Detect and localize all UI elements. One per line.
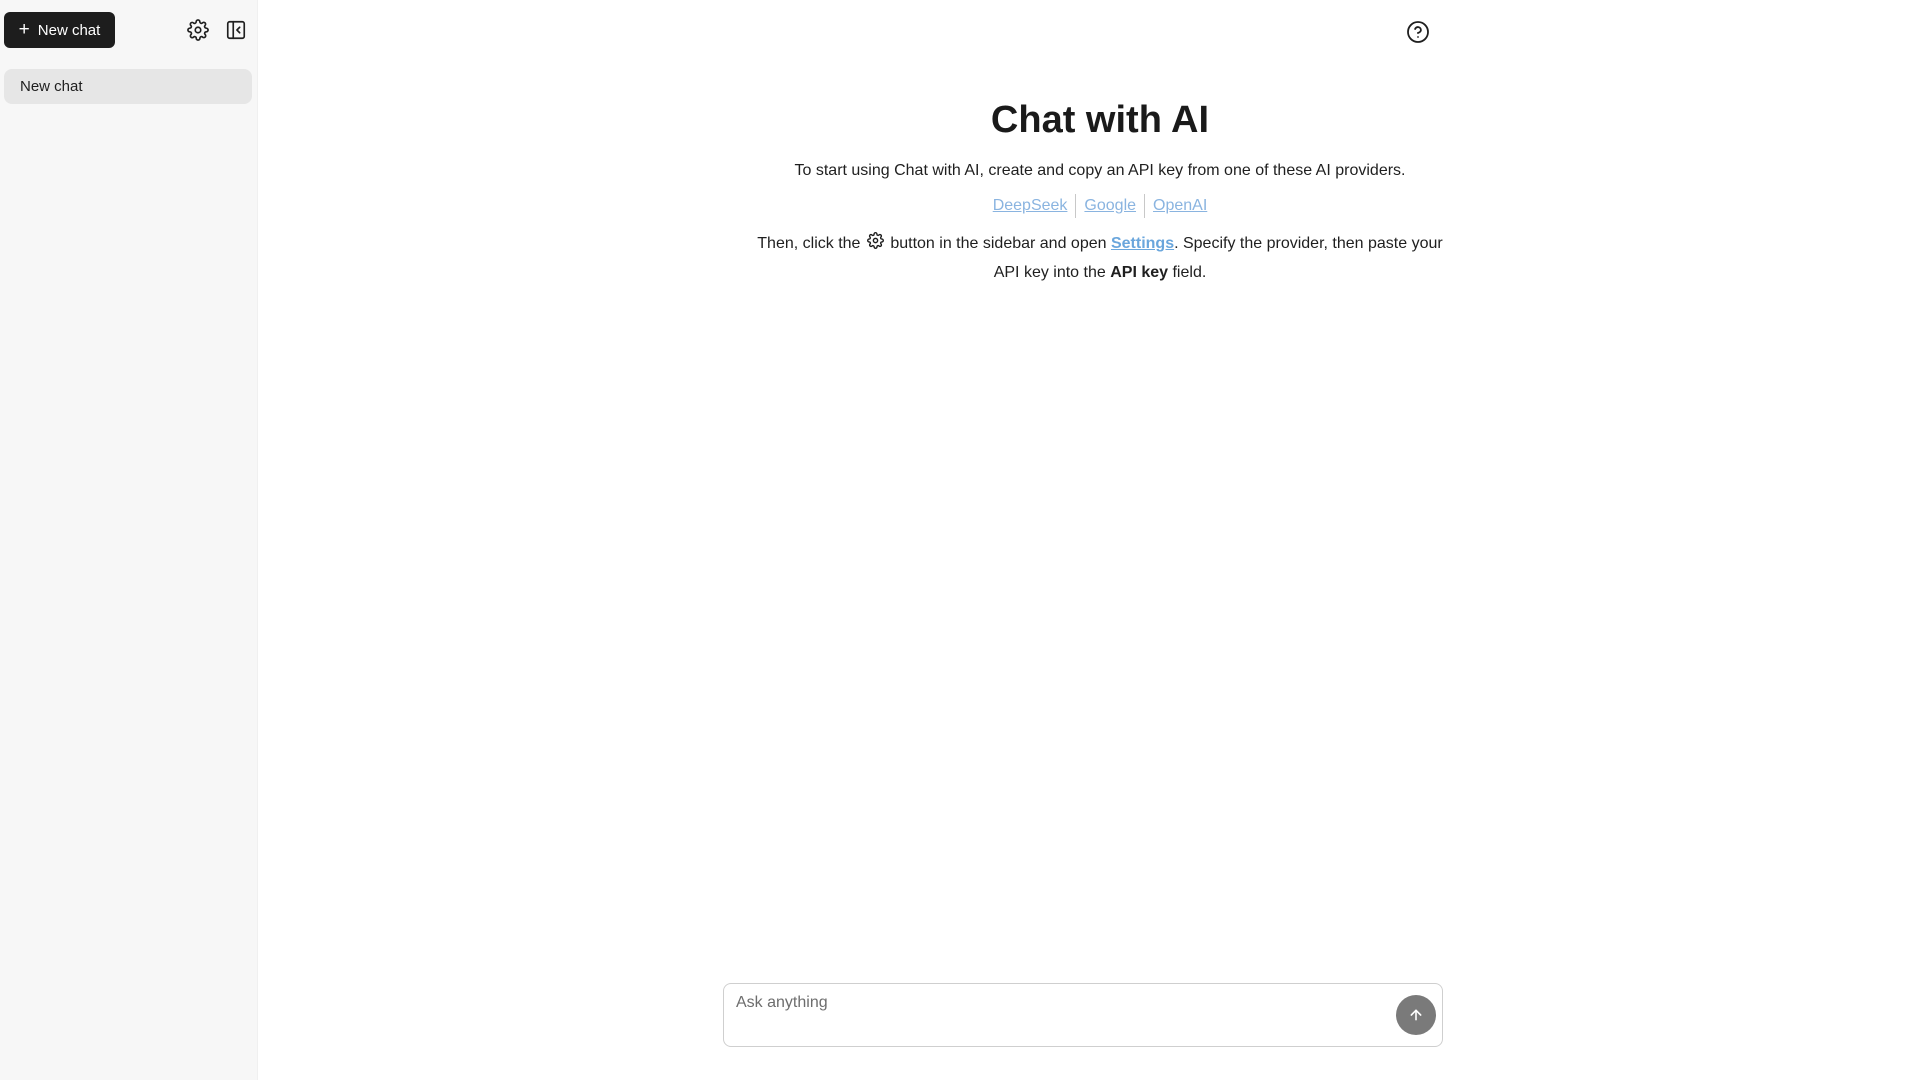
chat-composer — [723, 983, 1443, 1047]
sidebar-chat-item[interactable]: New chat — [4, 69, 252, 104]
page-title: Chat with AI — [990, 99, 1210, 141]
instruction-text: button in the sidebar and open — [890, 235, 1107, 252]
arrow-up-icon — [1410, 1009, 1422, 1021]
question-circle-icon — [1407, 21, 1429, 43]
provider-link-deepseek[interactable]: DeepSeek — [985, 195, 1076, 217]
main-panel: Chat with AI To start using Chat with AI… — [258, 0, 1920, 1080]
plus-icon: + — [18, 18, 30, 40]
intro-section: Chat with AI To start using Chat with AI… — [708, 96, 1492, 287]
gear-icon — [866, 231, 884, 259]
sidebar: + New chat New chat — [0, 0, 258, 1080]
provider-links: DeepSeek Google OpenAI — [708, 194, 1492, 218]
message-input[interactable] — [736, 994, 1376, 1034]
new-chat-button[interactable]: + New chat — [4, 12, 115, 48]
intro-instructions: To start using Chat with AI, create and … — [794, 162, 1406, 179]
provider-link-google[interactable]: Google — [1076, 195, 1144, 217]
settings-link[interactable]: Settings — [1111, 235, 1174, 252]
provider-link-openai[interactable]: OpenAI — [1145, 195, 1215, 217]
instruction-text: Then, click the — [757, 235, 861, 252]
instruction-text: field. — [1172, 264, 1207, 281]
new-chat-button-label: New chat — [37, 21, 101, 39]
app-window: + New chat New chat Chat with AI To star… — [0, 0, 1920, 1080]
help-button[interactable] — [1404, 18, 1432, 46]
collapse-sidebar-button[interactable] — [222, 16, 250, 44]
api-key-label: API key — [1110, 264, 1169, 281]
settings-button[interactable] — [184, 16, 212, 44]
sidebar-chat-item-label: New chat — [20, 78, 83, 95]
send-button[interactable] — [1396, 995, 1436, 1035]
sidebar-collapse-icon — [226, 20, 246, 40]
gear-icon — [187, 19, 209, 41]
settings-instructions: Then, click the button in the sidebar an… — [750, 230, 1450, 287]
